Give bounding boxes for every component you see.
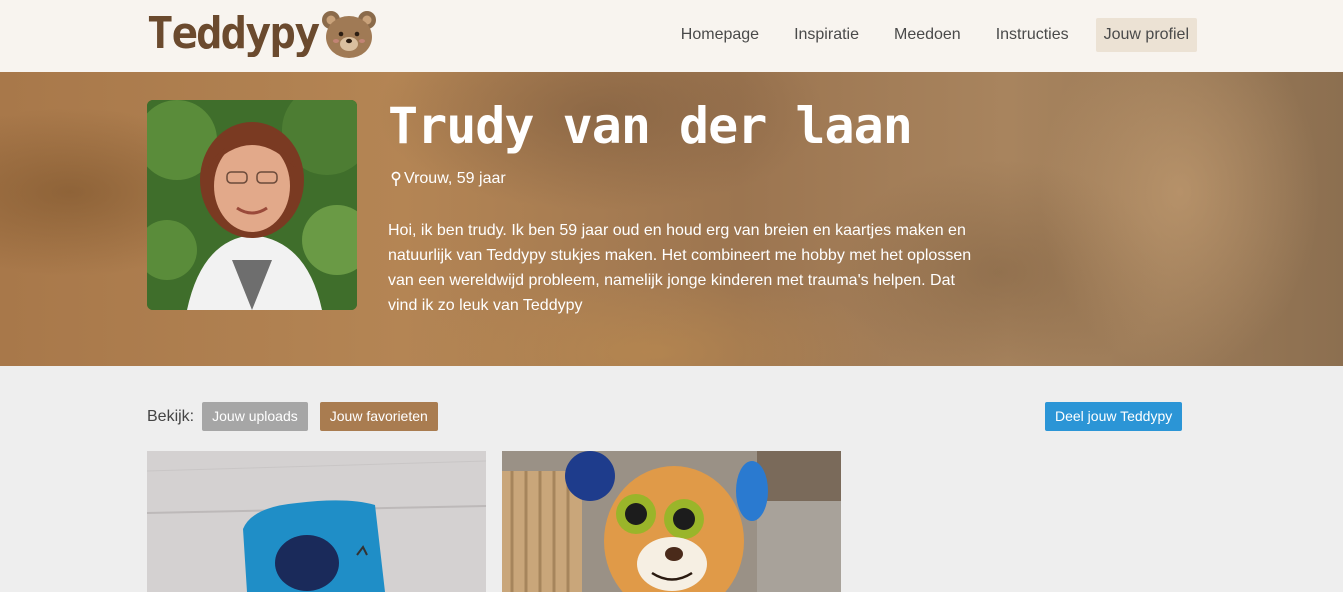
nav-homepage[interactable]: Homepage [673, 18, 767, 52]
logo-text: Teddypy [147, 8, 320, 59]
nav-inspiratie[interactable]: Inspiratie [786, 18, 867, 52]
teddy-bear-icon [322, 11, 377, 58]
deel-jouw-teddypy-button[interactable]: Deel jouw Teddypy [1045, 402, 1183, 431]
profile-meta-text: Vrouw, 59 jaar [404, 170, 506, 187]
teddypy-logo[interactable]: Teddypy [147, 6, 378, 62]
jouw-favorieten-button[interactable]: Jouw favorieten [319, 402, 438, 431]
upload-photo [147, 451, 486, 592]
nav-meedoen[interactable]: Meedoen [886, 18, 969, 52]
location-pin-icon [391, 171, 401, 186]
profile-meta: Vrouw, 59 jaar [390, 170, 506, 188]
upload-card[interactable] [147, 451, 486, 592]
upload-card[interactable] [502, 451, 841, 592]
main-nav: Homepage Inspiratie Meedoen Instructies … [654, 18, 1197, 52]
profile-hero: Trudy van der laan Vrouw, 59 jaar Hoi, i… [0, 72, 1343, 366]
nav-instructies[interactable]: Instructies [988, 18, 1077, 52]
profile-name: Trudy van der laan [388, 97, 913, 155]
profile-bio: Hoi, ik ben trudy. Ik ben 59 jaar oud en… [388, 222, 972, 314]
upload-photo [502, 451, 841, 592]
nav-jouw-profiel[interactable]: Jouw profiel [1095, 18, 1197, 52]
jouw-uploads-button[interactable]: Jouw uploads [202, 402, 308, 431]
profile-avatar [147, 100, 357, 310]
top-bar: Teddypy Homepage Inspiratie Meedoen Inst… [0, 0, 1343, 72]
filter-bar: Bekijk: Jouw uploads Jouw favorieten [147, 402, 450, 431]
filter-label: Bekijk: [147, 407, 195, 425]
